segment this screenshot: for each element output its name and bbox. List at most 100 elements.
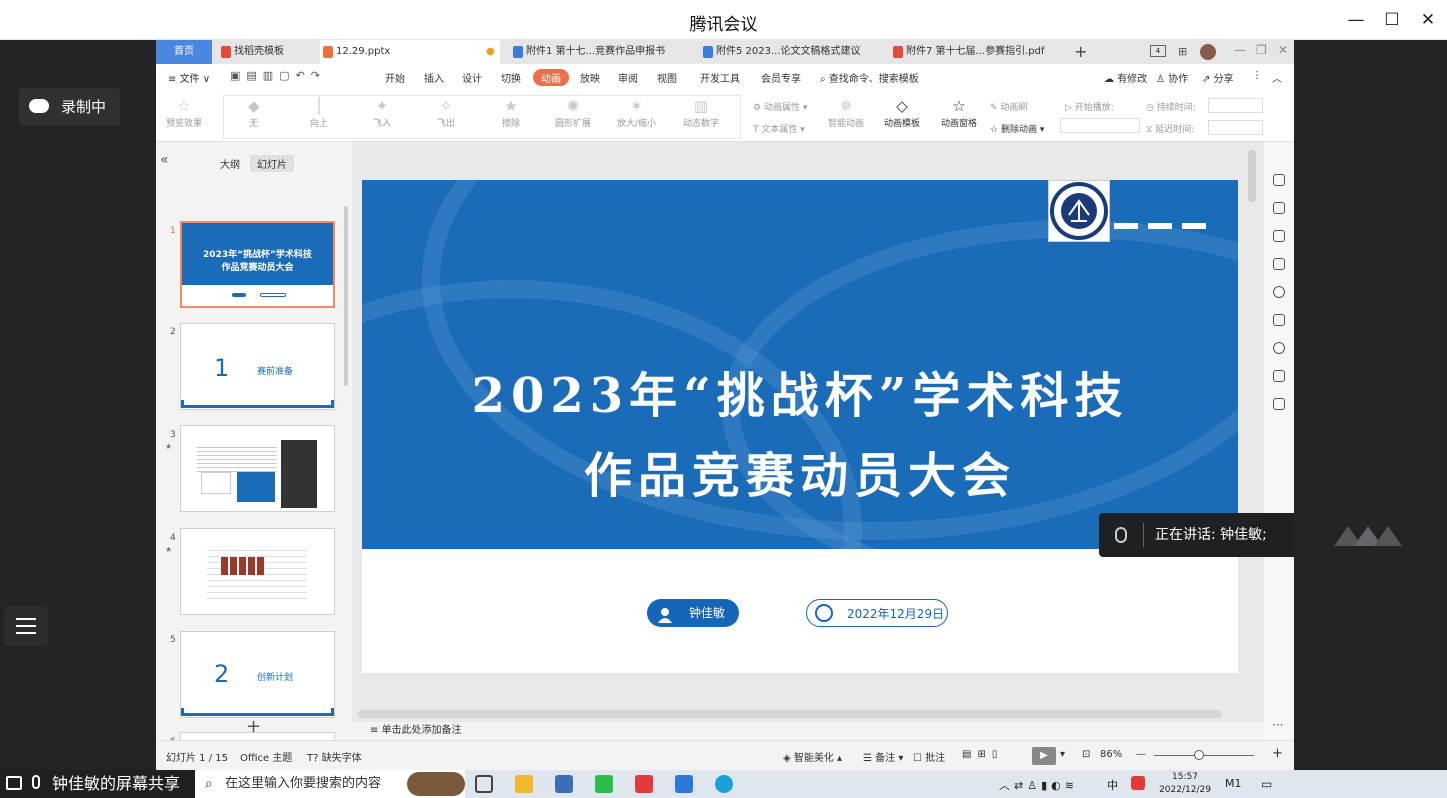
anim-none[interactable]: ◆ 无 (248, 96, 260, 129)
book-icon[interactable] (1273, 370, 1285, 382)
notes-button[interactable]: ☰ 备注 ▾ (863, 749, 903, 764)
start-mode-select[interactable] (1060, 118, 1140, 133)
recording-indicator[interactable]: 录制中 (19, 88, 120, 126)
animation-pane-button[interactable]: ☆ 动画窗格 (941, 96, 977, 129)
mail-icon[interactable] (555, 775, 573, 793)
text-property-dropdown[interactable]: T 文本属性 ▾ (753, 122, 805, 135)
notes-area[interactable]: ≡ 单击此处添加备注 (352, 722, 1264, 740)
maximize-button[interactable]: ☐ (1377, 6, 1407, 34)
image-icon[interactable] (1273, 314, 1285, 326)
collapse-panel-icon[interactable]: « (160, 152, 169, 168)
smart-animation-button[interactable]: ✵ 智能动画 (828, 96, 864, 129)
edit-status[interactable]: ☁ 有修改 (1104, 70, 1147, 85)
edge-icon[interactable] (715, 775, 733, 793)
tencent-meeting-icon[interactable] (675, 775, 693, 793)
anim-flyout[interactable]: ✧ 飞出 (437, 96, 455, 129)
clock[interactable]: 15:57 2022/12/29 (1155, 771, 1215, 797)
more-tools-icon[interactable]: ··· (1272, 718, 1283, 732)
more-icon[interactable]: ⋮ (1252, 70, 1262, 81)
avatar[interactable] (1200, 44, 1216, 60)
menu-file[interactable]: ≡ 文件 ∨ (168, 70, 210, 85)
slide-thumbnail-5[interactable]: 2 创新计划 (180, 631, 335, 718)
task-view-icon[interactable] (475, 775, 493, 793)
menu-review[interactable]: 审阅 (618, 70, 638, 85)
menu-design[interactable]: 设计 (462, 70, 482, 85)
animation-icon[interactable] (1273, 230, 1285, 242)
anim-property-dropdown[interactable]: ⚙ 动画属性 ▾ (753, 100, 807, 113)
grid-icon[interactable]: ⊞ (1178, 45, 1187, 58)
close-button[interactable]: ✕ (1413, 6, 1443, 34)
zoom-in-icon[interactable]: + (1272, 746, 1283, 761)
delete-animation-button[interactable]: ☆ 删除动画 ▾ (990, 122, 1044, 135)
antivirus-icon[interactable] (1131, 776, 1145, 790)
location-icon[interactable] (1273, 342, 1285, 354)
menu-developer[interactable]: 开发工具 (700, 70, 740, 85)
anim-zoom[interactable]: ✶ 放大/缩小 (617, 96, 656, 129)
tab-minimize-icon[interactable]: — (1234, 43, 1246, 57)
copy-icon[interactable] (1273, 258, 1285, 270)
tab-docer-templates[interactable]: 找稻壳模板 (218, 40, 312, 64)
menu-slideshow[interactable]: 放映 (580, 70, 600, 85)
anim-flyin[interactable]: ✦ 飞入 (373, 96, 391, 129)
anim-expand[interactable]: ✺ 圆形扩展 (555, 96, 591, 129)
tab-home[interactable]: 首页 (156, 40, 212, 64)
zoom-level[interactable]: 86% (1100, 749, 1122, 760)
tab-restore-icon[interactable]: ❐ (1256, 43, 1267, 57)
system-tray-icons[interactable]: ︿⇄♙▮◐≋ (999, 777, 1078, 793)
preview-effect-button[interactable]: ☆ 预览效果 (166, 96, 202, 129)
view-mode-buttons[interactable]: ▤⊞▯ (962, 749, 1003, 760)
tab-outline[interactable]: 大纲 (220, 156, 240, 171)
tab-slides[interactable]: 幻灯片 (250, 155, 294, 172)
duration-input[interactable] (1208, 98, 1263, 113)
quick-access-toolbar[interactable]: ▣▤▥▢↶↷ (230, 69, 326, 82)
tab-pptx[interactable]: 12.29.pptx ● (320, 40, 500, 64)
collapse-ribbon-icon[interactable]: ︿ (1272, 70, 1282, 85)
slide-thumbnail-2[interactable]: 1 赛前准备 (180, 323, 335, 410)
action-center-icon[interactable]: ▭ (1261, 777, 1272, 791)
file-explorer-icon[interactable] (515, 775, 533, 793)
comments-button[interactable]: ☐ 批注 (913, 749, 945, 764)
menu-insert[interactable]: 插入 (424, 70, 444, 85)
wps-icon[interactable] (635, 775, 653, 793)
play-button[interactable]: ▶ (1032, 747, 1056, 765)
zoom-out-icon[interactable]: — (1136, 749, 1146, 760)
tab-attachment-5[interactable]: 附件5 2023...论文文稿格式建议 (700, 40, 880, 64)
adjust-icon[interactable] (1273, 202, 1285, 214)
zoom-slider-handle[interactable] (1194, 750, 1204, 760)
missing-font-button[interactable]: T? 缺失字体 (307, 749, 362, 764)
menu-member[interactable]: 会员专享 (761, 70, 801, 85)
vertical-scrollbar[interactable] (1248, 150, 1256, 202)
menu-animation[interactable]: 动画 (533, 69, 569, 86)
taskbar-search[interactable]: ⌕ 在这里输入你要搜索的内容 (195, 770, 465, 798)
panel-scrollbar[interactable] (344, 206, 348, 386)
menu-view[interactable]: 视图 (657, 70, 677, 85)
tab-attachment-7[interactable]: 附件7 第十七届...参赛指引.pdf (890, 40, 1070, 64)
theme-name[interactable]: Office 主题 (240, 749, 292, 764)
animation-template-button[interactable]: ◇ 动画模板 (884, 96, 920, 129)
anim-numbers[interactable]: ▥ 动态数字 (683, 96, 719, 129)
slide-thumbnail-1[interactable]: 2023年“挑战杯”学术科技 作品竞赛动员大会 (180, 221, 335, 308)
minimize-button[interactable]: — (1341, 6, 1371, 34)
menu-transition[interactable]: 切换 (501, 70, 521, 85)
menu-start[interactable]: 开始 (385, 70, 405, 85)
horizontal-scrollbar[interactable] (358, 710, 1222, 718)
tab-attachment-1[interactable]: 附件1 第十七...竞赛作品申报书 (510, 40, 692, 64)
wechat-icon[interactable] (595, 775, 613, 793)
cube-icon[interactable] (1273, 398, 1285, 410)
anim-erase[interactable]: ★ 擦除 (502, 96, 520, 129)
notification-count-icon[interactable]: M1 (1225, 777, 1242, 790)
command-search[interactable]: ⌕ 查找命令、搜索模板 (820, 70, 919, 85)
current-slide[interactable]: 2023年“挑战杯”学术科技 作品竞赛动员大会 钟佳敏 2022年12月29日 (362, 180, 1238, 673)
smart-beautify-button[interactable]: ◈ 智能美化 ▴ (783, 749, 842, 764)
anim-up[interactable]: │ 向上 (310, 96, 328, 129)
fit-window-icon[interactable]: ⊡ (1082, 749, 1090, 760)
rocket-icon[interactable] (1273, 174, 1285, 186)
collab-button[interactable]: ♙ 协作 (1156, 70, 1188, 85)
member-list-button[interactable] (4, 606, 48, 646)
animation-brush-button[interactable]: ✎ 动画刷 (990, 100, 1027, 113)
slide-thumbnail-3[interactable] (180, 425, 335, 512)
window-count-icon[interactable]: 4 (1150, 45, 1166, 57)
zoom-slider[interactable] (1154, 755, 1254, 756)
ime-indicator[interactable]: 中 (1107, 777, 1118, 793)
new-tab-icon[interactable]: + (1074, 42, 1087, 61)
